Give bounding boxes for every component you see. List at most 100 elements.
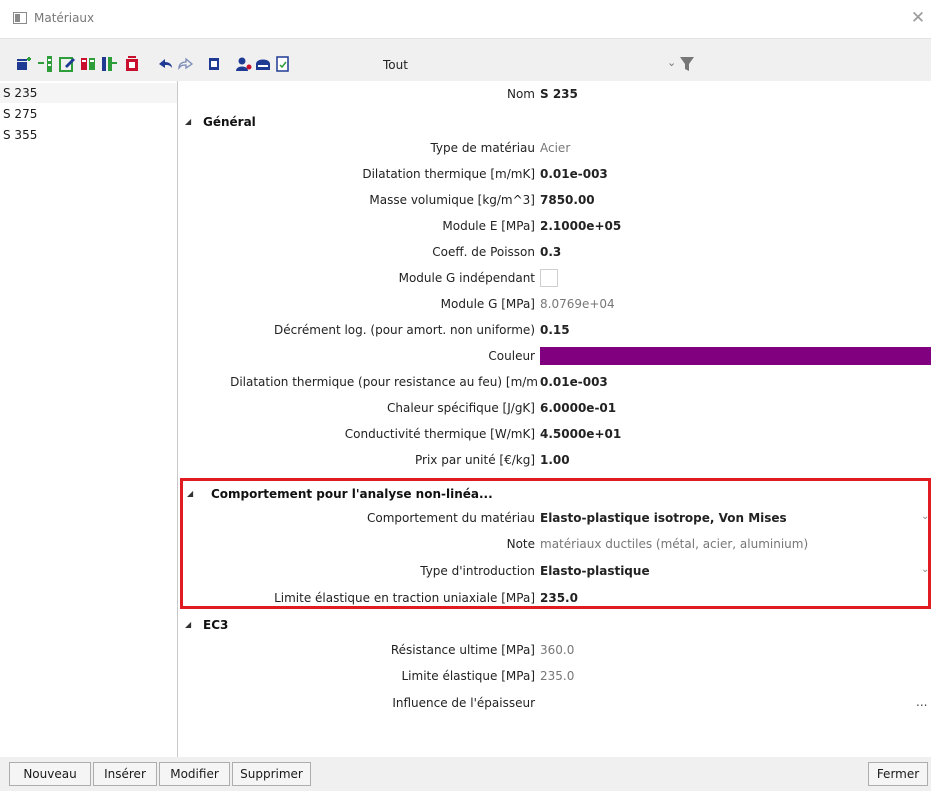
prop-label: Note [506,537,535,551]
prix-value[interactable]: 1.00 [540,453,570,467]
prop-label: Module E [MPa] [442,219,535,233]
chevron-down-icon[interactable]: ⌄ [921,564,929,575]
prop-label: Module G indépendant [398,271,535,285]
prop-label: Nom [506,87,535,101]
row-dilatation-feu: Dilatation thermique (pour resistance au… [178,369,931,395]
prop-label: Couleur [488,349,535,363]
prop-label: Module G [MPa] [440,297,535,311]
materials-list: S 235 S 275 S 355 [0,81,178,757]
decrement-value[interactable]: 0.15 [540,323,570,337]
row-dilatation: Dilatation thermique [m/mK] 0.01e-003 [178,161,931,187]
save-icon[interactable] [255,56,271,72]
materials-window: Matériaux ✕ Tout ⌄ S 235 S 275 S 355 Nom… [0,0,931,791]
g-independant-checkbox[interactable] [540,269,558,287]
row-masse: Masse volumique [kg/m^3] 7850.00 [178,187,931,213]
row-note: Note matériaux ductiles (métal, acier, a… [178,531,931,557]
close-icon[interactable]: ✕ [909,9,927,27]
section-ec3: ◢ EC3 [178,612,931,638]
row-poisson: Coeff. de Poisson 0.3 [178,239,931,265]
section-title: EC3 [203,618,229,632]
row-g-independant: Module G indépendant [178,265,931,291]
dilatation-feu-value[interactable]: 0.01e-003 [540,375,608,389]
prop-label: Comportement du matériau [367,511,535,525]
window-title: Matériaux [34,11,95,25]
row-nom: Nom S 235 [178,81,931,107]
fermer-button[interactable]: Fermer [868,762,928,786]
prop-label: Prix par unité [€/kg] [415,453,535,467]
collapse-arrow-icon[interactable]: ◢ [187,489,193,498]
inserer-button[interactable]: Insérer [93,762,157,786]
nom-value[interactable]: S 235 [540,87,578,101]
add-material-icon[interactable] [16,56,32,72]
bottom-bar: Nouveau Insérer Modifier Supprimer Ferme… [0,757,931,791]
prop-label: Type d'introduction [420,564,535,578]
prop-label: Limite élastique [MPa] [401,669,536,683]
prop-label: Décrément log. (pour amort. non uniforme… [274,323,535,337]
prop-label: Limite élastique en traction uniaxiale [… [274,591,535,605]
section-nonlineaire: ◢ Comportement pour l'analyse non-linéa.… [178,481,931,507]
type-materiau-value: Acier [540,141,571,155]
supprimer-button[interactable]: Supprimer [232,762,311,786]
edit-icon[interactable] [59,56,75,72]
list-item[interactable]: S 355 [0,125,177,145]
copy-icon[interactable] [80,56,96,72]
list-item[interactable]: S 275 [0,104,177,124]
filter-select[interactable]: Tout [383,58,408,72]
comportement-select[interactable]: Elasto-plastique isotrope, Von Mises [540,511,787,525]
prop-label: Type de matériau [430,141,535,155]
poisson-value[interactable]: 0.3 [540,245,561,259]
section-title: Comportement pour l'analyse non-linéa... [211,487,493,501]
color-swatch[interactable] [540,347,931,365]
row-comportement: Comportement du matériau Elasto-plastiqu… [178,505,931,531]
row-decrement: Décrément log. (pour amort. non uniforme… [178,317,931,343]
prop-label: Conductivité thermique [W/mK] [344,427,535,441]
collapse-arrow-icon[interactable]: ◢ [185,620,191,629]
row-influence-epaisseur: Influence de l'épaisseur ... [178,690,931,716]
row-resistance: Résistance ultime [MPa] 360.0 [178,637,931,663]
nouveau-button[interactable]: Nouveau [9,762,91,786]
limite-elastique-value: 235.0 [540,669,575,683]
undo-icon[interactable] [157,56,173,72]
conductivite-value[interactable]: 4.5000e+01 [540,427,621,441]
prop-label: Coeff. de Poisson [432,245,535,259]
module-e-value[interactable]: 2.1000e+05 [540,219,621,233]
section-general: ◢ Général [178,109,931,135]
window-icon [13,12,27,24]
user-settings-icon[interactable] [236,56,252,72]
row-chaleur: Chaleur spécifique [J/gK] 6.0000e-01 [178,395,931,421]
prop-label: Masse volumique [kg/m^3] [369,193,535,207]
prop-label: Chaleur spécifique [J/gK] [386,401,535,415]
resistance-value: 360.0 [540,643,575,657]
insert-icon[interactable] [38,56,54,72]
prop-label: Influence de l'épaisseur [392,696,535,710]
row-conductivite: Conductivité thermique [W/mK] 4.5000e+01 [178,421,931,447]
module-g-value: 8.0769e+04 [540,297,615,311]
delete-icon[interactable] [124,56,140,72]
row-type-materiau: Type de matériau Acier [178,135,931,161]
row-type-introduction: Type d'introduction Elasto-plastique ⌄ [178,558,931,584]
row-couleur: Couleur [178,343,931,369]
filter-icon[interactable] [680,56,694,72]
masse-value[interactable]: 7850.00 [540,193,595,207]
chevron-down-icon[interactable]: ⌄ [921,511,929,522]
row-prix: Prix par unité [€/kg] 1.00 [178,447,931,473]
redo-icon[interactable] [178,56,194,72]
section-title: Général [203,115,256,129]
list-item[interactable]: S 235 [0,83,177,103]
trash-icon[interactable] [206,56,222,72]
note-value: matériaux ductiles (métal, acier, alumin… [540,537,809,551]
modifier-button[interactable]: Modifier [159,762,230,786]
ellipsis-button[interactable]: ... [916,695,927,709]
row-limite-elastique: Limite élastique [MPa] 235.0 [178,663,931,689]
type-introduction-select[interactable]: Elasto-plastique [540,564,650,578]
collapse-arrow-icon[interactable]: ◢ [185,117,191,126]
prop-label: Dilatation thermique (pour resistance au… [230,375,538,389]
dilatation-value[interactable]: 0.01e-003 [540,167,608,181]
row-limite-traction: Limite élastique en traction uniaxiale [… [178,585,931,611]
chevron-down-icon[interactable]: ⌄ [667,56,676,69]
append-icon[interactable] [101,56,117,72]
chaleur-value[interactable]: 6.0000e-01 [540,401,616,415]
toolbar: Tout ⌄ [0,52,931,78]
limite-traction-value[interactable]: 235.0 [540,591,578,605]
document-icon[interactable] [275,56,291,72]
